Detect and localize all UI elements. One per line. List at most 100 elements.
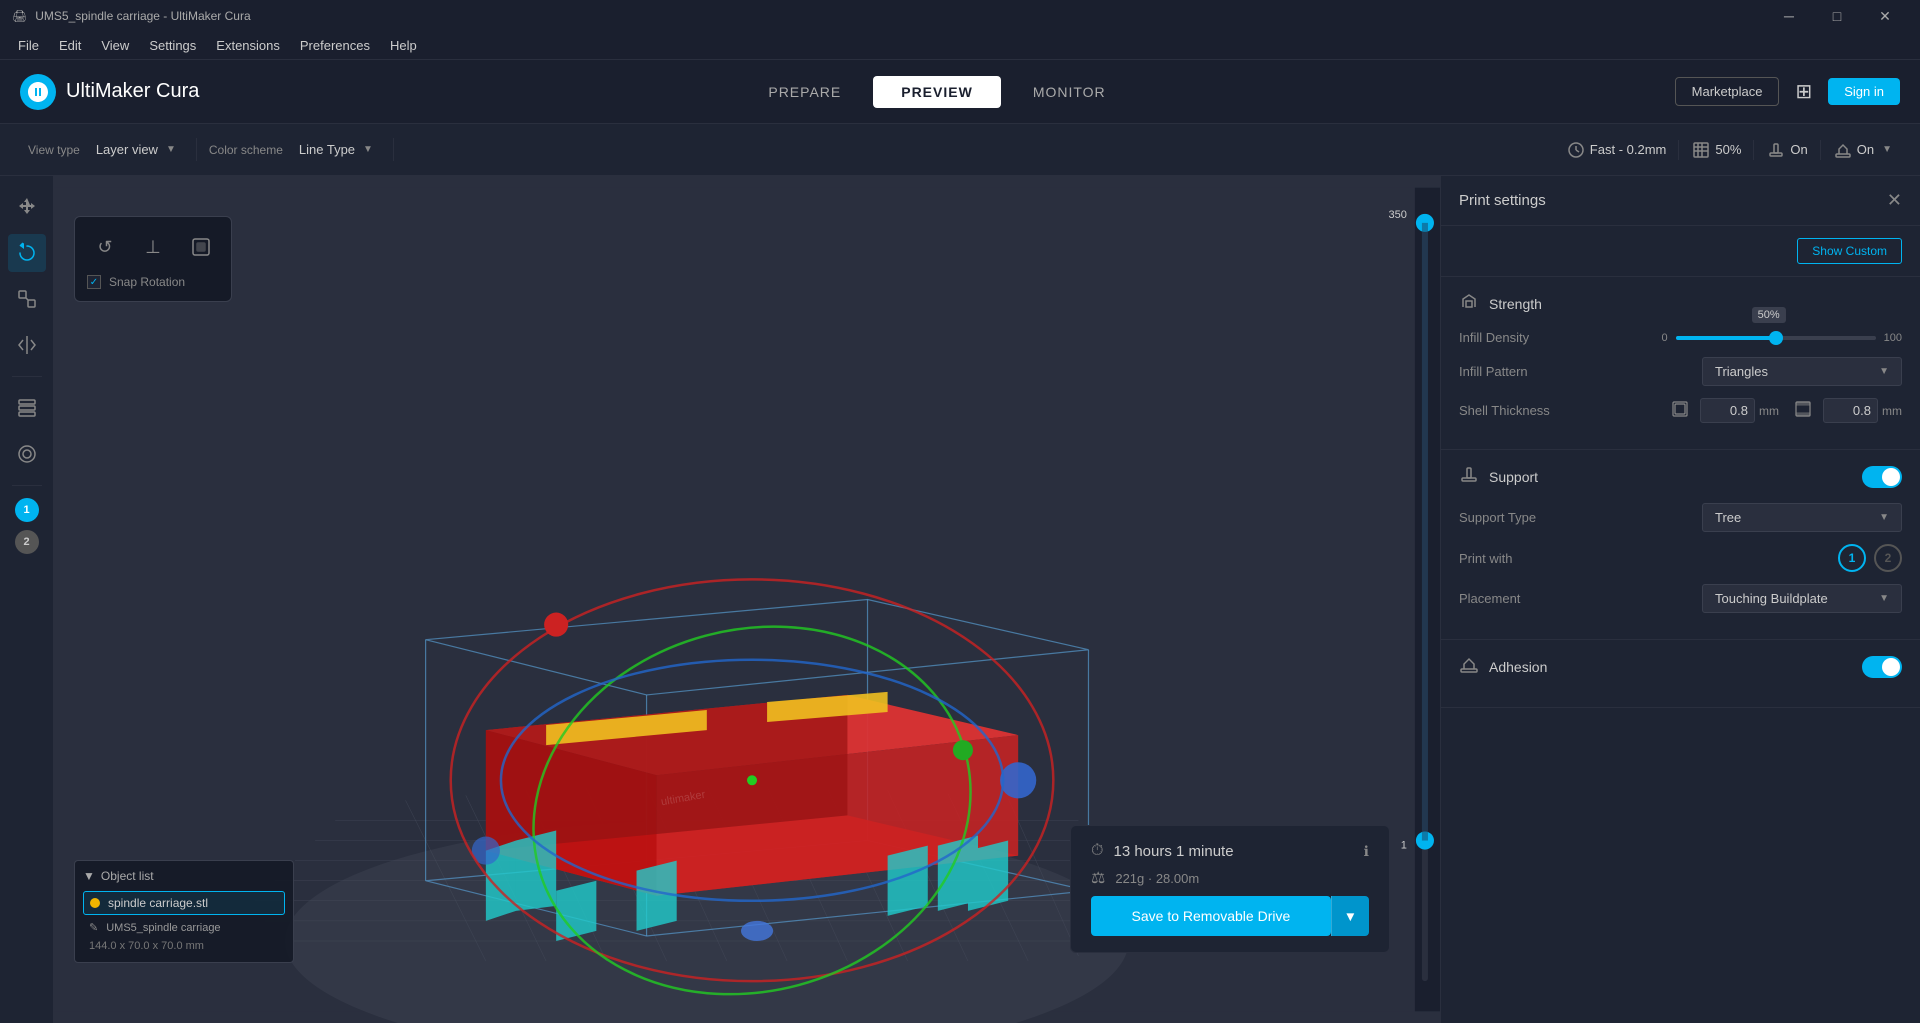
infill-density-label: Infill Density xyxy=(1459,330,1662,345)
mirror-tool-button[interactable] xyxy=(8,326,46,364)
support-title: Support xyxy=(1489,469,1538,485)
edit-icon: ✎ xyxy=(89,921,98,934)
menu-file[interactable]: File xyxy=(8,34,49,57)
infill-pattern-caret-icon: ▼ xyxy=(1879,366,1889,377)
signin-button[interactable]: Sign in xyxy=(1828,78,1900,105)
canvas-area[interactable]: ultimaker 350 1 ↺ ⊥ xyxy=(54,176,1440,1023)
adhesion-caret-icon: ▼ xyxy=(1882,144,1892,155)
snap-rotation-checkbox[interactable] xyxy=(87,275,101,289)
menu-extensions[interactable]: Extensions xyxy=(206,34,290,57)
save-dropdown-button[interactable]: ▼ xyxy=(1331,896,1369,936)
adhesion-value: On xyxy=(1857,142,1874,157)
infill-pattern-label: Infill Pattern xyxy=(1459,364,1702,379)
adhesion-section-header: Adhesion xyxy=(1459,654,1902,679)
object-subitem: ✎ UMS5_spindle carriage xyxy=(83,919,285,936)
support-section-header: Support xyxy=(1459,464,1902,489)
infill-pattern-row: Infill Pattern Triangles ▼ xyxy=(1459,357,1902,386)
menu-view[interactable]: View xyxy=(91,34,139,57)
profile-value: Fast - 0.2mm xyxy=(1590,142,1667,157)
infill-pattern-value: Triangles xyxy=(1715,364,1768,379)
view-type-dropdown[interactable]: Layer view ▼ xyxy=(88,138,184,161)
support-section: Support Support Type Tree ▼ Prin xyxy=(1441,450,1920,640)
minimize-button[interactable]: ─ xyxy=(1766,0,1812,32)
menu-preferences[interactable]: Preferences xyxy=(290,34,380,57)
placement-dropdown[interactable]: Touching Buildplate ▼ xyxy=(1702,584,1902,613)
shell-thickness-label: Shell Thickness xyxy=(1459,403,1672,418)
menu-settings[interactable]: Settings xyxy=(139,34,206,57)
align-button[interactable] xyxy=(183,229,219,265)
extruder-1-badge[interactable]: 1 xyxy=(15,498,39,522)
strength-title: Strength xyxy=(1489,296,1542,312)
support-type-caret-icon: ▼ xyxy=(1879,512,1889,523)
nav-tabs: PREPARE PREVIEW MONITOR xyxy=(740,76,1133,108)
main-area: 1 2 xyxy=(0,176,1920,1023)
adhesion-toggle-knob xyxy=(1882,658,1900,676)
view-type-group: View type Layer view ▼ xyxy=(16,138,197,161)
weight-row: ⚖ 221g · 28.00m xyxy=(1091,868,1369,888)
adhesion-section: Adhesion xyxy=(1441,640,1920,708)
object-color-dot xyxy=(90,898,100,908)
object-item[interactable]: spindle carriage.stl xyxy=(83,891,285,915)
titlebar: 🖨 UMS5_spindle carriage - UltiMaker Cura… xyxy=(0,0,1920,32)
ultimaker-logo-icon xyxy=(20,74,56,110)
support-type-value: Tree xyxy=(1715,510,1741,525)
shell-walls-input-group: mm xyxy=(1700,398,1779,423)
apps-grid-icon[interactable]: ⊞ xyxy=(1795,79,1812,104)
adhesion-group: On ▼ xyxy=(1821,140,1904,160)
tab-monitor[interactable]: MONITOR xyxy=(1005,76,1134,108)
support-section-icon xyxy=(1459,464,1479,489)
top-bottom-icon xyxy=(1795,401,1811,420)
window-controls: ─ □ ✕ xyxy=(1766,0,1908,32)
adhesion-toggle[interactable] xyxy=(1862,656,1902,678)
xray-view-button[interactable] xyxy=(8,435,46,473)
tab-preview[interactable]: PREVIEW xyxy=(873,76,1001,108)
extruder-2-badge[interactable]: 2 xyxy=(15,530,39,554)
menu-edit[interactable]: Edit xyxy=(49,34,91,57)
print-settings-close-button[interactable]: ✕ xyxy=(1887,190,1902,211)
rotation-buttons: ↺ ⊥ xyxy=(87,229,219,265)
menu-help[interactable]: Help xyxy=(380,34,427,57)
weight-icon: ⚖ xyxy=(1091,868,1105,888)
save-row: Save to Removable Drive ▼ xyxy=(1091,896,1369,936)
shell-walls-input[interactable] xyxy=(1700,398,1755,423)
marketplace-button[interactable]: Marketplace xyxy=(1675,77,1780,106)
app-logo-small: 🖨 xyxy=(12,9,27,23)
maximize-button[interactable]: □ xyxy=(1814,0,1860,32)
support-toggle[interactable] xyxy=(1862,466,1902,488)
estimate-time: 13 hours 1 minute xyxy=(1113,843,1233,860)
extruder-1-icon[interactable]: 1 xyxy=(1838,544,1866,572)
infill-density-min: 0 xyxy=(1662,332,1668,344)
reset-rotation-button[interactable]: ↺ xyxy=(87,229,123,265)
estimate-panel: ⏱ 13 hours 1 minute ℹ ⚖ 221g · 28.00m Sa… xyxy=(1070,825,1390,953)
shell-topbottom-input-group: mm xyxy=(1823,398,1902,423)
info-icon[interactable]: ℹ xyxy=(1364,843,1369,860)
left-sidebar: 1 2 xyxy=(0,176,54,1023)
extruder-2-icon[interactable]: 2 xyxy=(1874,544,1902,572)
color-scheme-dropdown[interactable]: Line Type ▼ xyxy=(291,138,381,161)
app-logo: UltiMaker Cura xyxy=(20,74,199,110)
infill-density-slider[interactable]: 50% xyxy=(1676,336,1876,340)
shell-topbottom-input[interactable] xyxy=(1823,398,1878,423)
snap-rotation-label: Snap Rotation xyxy=(109,275,185,289)
show-custom-button[interactable]: Show Custom xyxy=(1797,238,1902,264)
print-with-icons: 1 2 xyxy=(1838,544,1902,572)
strength-section-header: Strength xyxy=(1459,291,1902,316)
print-settings-body: Show Custom Strength Infill Density 0 xyxy=(1441,226,1920,1023)
rotation-toolbar: ↺ ⊥ Snap Rotation xyxy=(74,216,232,302)
placement-caret-icon: ▼ xyxy=(1879,593,1889,604)
support-icon xyxy=(1766,140,1786,160)
walls-icon xyxy=(1672,401,1688,420)
move-tool-button[interactable] xyxy=(8,188,46,226)
scale-tool-button[interactable] xyxy=(8,280,46,318)
rotate-tool-button[interactable] xyxy=(8,234,46,272)
close-button[interactable]: ✕ xyxy=(1862,0,1908,32)
lay-flat-button[interactable]: ⊥ xyxy=(135,229,171,265)
tab-prepare[interactable]: PREPARE xyxy=(740,76,869,108)
shell-topbottom-unit: mm xyxy=(1882,404,1902,418)
save-button[interactable]: Save to Removable Drive xyxy=(1091,896,1331,936)
infill-pattern-dropdown[interactable]: Triangles ▼ xyxy=(1702,357,1902,386)
support-type-row: Support Type Tree ▼ xyxy=(1459,503,1902,532)
layer-view-button[interactable] xyxy=(8,389,46,427)
support-type-dropdown[interactable]: Tree ▼ xyxy=(1702,503,1902,532)
object-list-header[interactable]: ▼ Object list xyxy=(83,869,285,883)
